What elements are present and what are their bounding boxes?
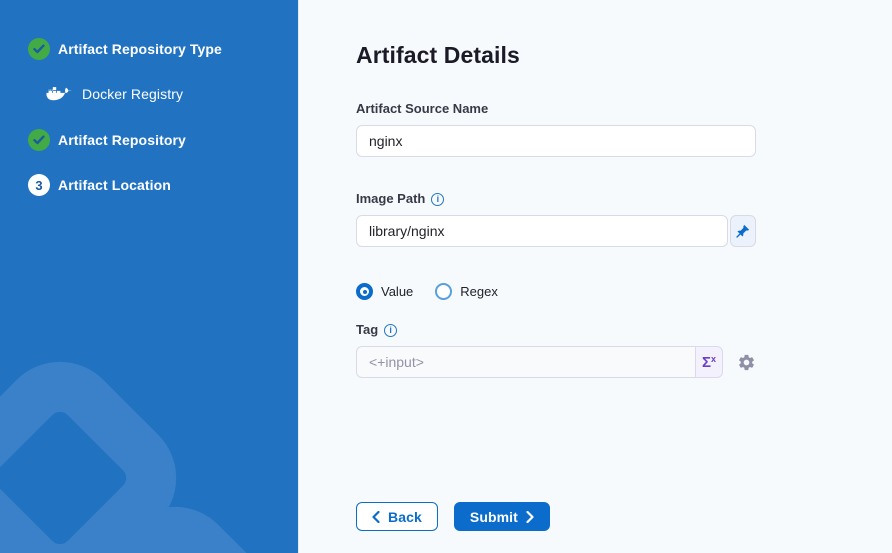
sidebar-step-label: Artifact Location [58,177,171,193]
submit-button-label: Submit [470,509,518,525]
artifact-details-panel: Artifact Details Artifact Source Name Im… [298,0,892,553]
tag-settings-gear-button[interactable] [737,353,756,372]
tag-label: Tag [356,322,378,338]
sidebar-substep-docker-registry[interactable]: Docker Registry [46,83,298,105]
info-icon[interactable]: i [384,324,397,337]
sigma-superscript: x [711,354,716,364]
harness-logo-watermark [0,293,298,553]
image-path-input[interactable] [356,215,728,247]
step-complete-check-icon [28,129,50,151]
radio-option-regex[interactable]: Regex [435,283,498,300]
back-button[interactable]: Back [356,502,438,531]
tag-type-radio-group: Value Regex [356,283,892,300]
artifact-source-name-field: Artifact Source Name [356,101,756,157]
radio-option-value[interactable]: Value [356,283,413,300]
tag-field: Tag i Σx [356,322,756,378]
radio-selected-icon [356,283,373,300]
sidebar-step-label: Artifact Repository [58,132,186,148]
chevron-left-icon [372,511,380,523]
sidebar-step-label: Artifact Repository Type [58,41,222,57]
wizard-footer: Back Submit [356,502,892,531]
wizard-window: Artifact Repository Type [0,0,892,553]
thumbtack-icon [736,224,750,238]
chevron-right-icon [526,511,534,523]
step-complete-check-icon [28,38,50,60]
back-button-label: Back [388,509,422,525]
radio-unselected-icon [435,283,452,300]
sidebar-step-artifact-repository[interactable]: Artifact Repository [28,129,298,151]
page-title: Artifact Details [356,42,892,69]
docker-whale-icon [46,84,72,104]
tag-input[interactable] [356,346,696,378]
sidebar-substep-label: Docker Registry [82,86,183,102]
gear-icon [737,353,756,372]
step-number-badge: 3 [28,174,50,196]
radio-value-label: Value [381,284,413,299]
expression-runtime-input-button[interactable]: Σx [695,346,723,378]
artifact-source-name-input[interactable] [356,125,756,157]
radio-regex-label: Regex [460,284,498,299]
sigma-icon: Σ [702,354,711,371]
artifact-source-name-label: Artifact Source Name [356,101,488,117]
image-path-field: Image Path i [356,191,756,247]
sidebar-step-artifact-location[interactable]: 3 Artifact Location [28,174,298,196]
image-path-label: Image Path [356,191,425,207]
submit-button[interactable]: Submit [454,502,550,531]
info-icon[interactable]: i [431,193,444,206]
pin-input-type-button[interactable] [730,215,756,247]
wizard-sidebar: Artifact Repository Type [0,0,298,553]
sidebar-step-artifact-repository-type[interactable]: Artifact Repository Type [28,38,298,60]
